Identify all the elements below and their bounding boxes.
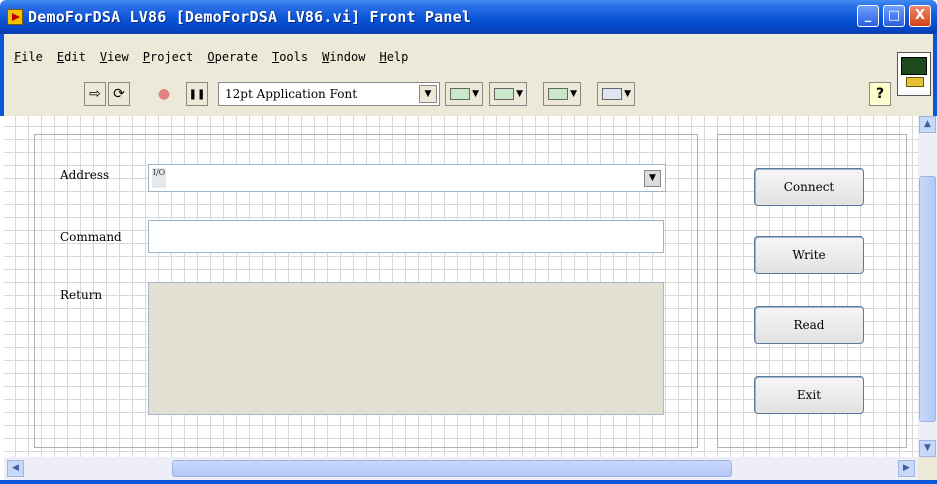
scroll-down-icon[interactable]: ▼	[919, 440, 936, 457]
menu-bar: File Edit View Project Operate Tools Win…	[14, 50, 408, 68]
front-panel-canvas: Address I/O ▼ Command Return Connect Wri…	[4, 116, 918, 457]
command-input[interactable]	[148, 220, 664, 253]
command-label: Command	[60, 230, 122, 244]
chevron-down-icon: ▼	[570, 89, 577, 99]
vi-connector-icon[interactable]	[897, 52, 931, 96]
chevron-down-icon: ▼	[624, 89, 631, 99]
window-bottom-border	[0, 480, 937, 484]
vi-screen-icon	[901, 57, 927, 75]
pause-icon[interactable]: ❚❚	[186, 82, 208, 106]
scroll-up-icon[interactable]: ▲	[919, 116, 936, 133]
resize-objects-dropdown[interactable]: ▼	[543, 82, 581, 106]
text-settings-dropdown[interactable]: 12pt Application Font ▼	[218, 82, 440, 106]
font-selector-value: 12pt Application Font	[225, 87, 358, 101]
horizontal-scrollbar[interactable]: ◀ ▶	[4, 457, 918, 480]
chevron-down-icon: ▼	[516, 89, 523, 99]
address-visa-resource-control[interactable]: I/O ▼	[148, 164, 666, 192]
distribute-objects-dropdown[interactable]: ▼	[489, 82, 527, 106]
menu-window[interactable]: Window	[322, 50, 365, 68]
chevron-down-icon[interactable]: ▼	[644, 170, 661, 187]
chevron-down-icon[interactable]: ▼	[419, 85, 437, 103]
horizontal-scroll-thumb[interactable]	[172, 460, 732, 477]
address-label: Address	[60, 168, 110, 182]
menu-help[interactable]: Help	[379, 50, 408, 68]
menu-view[interactable]: View	[100, 50, 129, 68]
read-button[interactable]: Read	[754, 306, 864, 344]
run-arrow-icon[interactable]: ⇨	[84, 82, 106, 106]
scroll-left-icon[interactable]: ◀	[7, 460, 24, 477]
minimize-button[interactable]: _	[857, 5, 879, 27]
menu-operate[interactable]: Operate	[207, 50, 258, 68]
menu-tools[interactable]: Tools	[272, 50, 308, 68]
run-continuously-icon[interactable]: ⟳	[108, 82, 130, 106]
vertical-scroll-thumb[interactable]	[919, 176, 936, 422]
write-button[interactable]: Write	[754, 236, 864, 274]
window-title: DemoForDSA LV86 [DemoForDSA LV86.vi] Fro…	[28, 8, 472, 26]
connect-button[interactable]: Connect	[754, 168, 864, 206]
reorder-dropdown[interactable]: ▼	[597, 82, 635, 106]
visa-io-icon: I/O	[152, 168, 166, 188]
return-label: Return	[60, 288, 103, 302]
maximize-button[interactable]: □	[883, 5, 905, 27]
return-indicator	[148, 282, 664, 415]
scroll-right-icon[interactable]: ▶	[898, 460, 915, 477]
reorder-icon	[602, 88, 622, 100]
menu-edit[interactable]: Edit	[57, 50, 86, 68]
vertical-scrollbar[interactable]: ▲ ▼	[918, 116, 937, 457]
resize-objects-icon	[548, 88, 568, 100]
abort-execution-icon[interactable]: ●	[153, 82, 175, 106]
exit-button[interactable]: Exit	[754, 376, 864, 414]
align-objects-icon	[450, 88, 470, 100]
title-bar[interactable]: DemoForDSA LV86 [DemoForDSA LV86.vi] Fro…	[0, 0, 937, 34]
menu-file[interactable]: File	[14, 50, 43, 68]
labview-app-icon	[7, 9, 23, 25]
resize-grip[interactable]	[918, 457, 937, 480]
context-help-button[interactable]: ?	[869, 82, 891, 106]
distribute-objects-icon	[494, 88, 514, 100]
close-button[interactable]: X	[909, 5, 931, 27]
chevron-down-icon: ▼	[472, 89, 479, 99]
vi-plug-icon	[906, 77, 924, 87]
menu-project[interactable]: Project	[143, 50, 194, 68]
align-objects-dropdown[interactable]: ▼	[445, 82, 483, 106]
